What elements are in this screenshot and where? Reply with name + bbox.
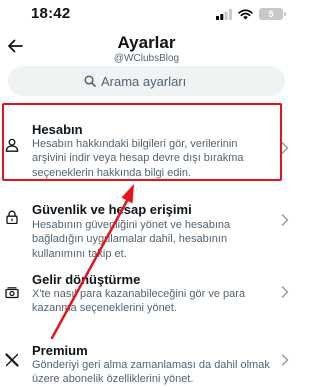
wifi-icon (238, 8, 253, 19)
status-bar: 18:42 5 (0, 0, 293, 30)
account-handle: @WClubsBlog (113, 53, 180, 64)
chevron-right-icon (281, 142, 289, 154)
person-icon (5, 138, 19, 152)
settings-item-description: Gönderiyi geri alma zamanlaması da dahil… (32, 359, 270, 386)
x-logo-icon (5, 353, 19, 367)
settings-item-description: X'te nasıl para kazanabileceğini gör ve … (32, 288, 246, 315)
battery-level: 5 (268, 9, 274, 19)
search-input[interactable] (101, 73, 209, 89)
status-icons: 5 (216, 8, 286, 20)
chevron-right-icon (281, 214, 289, 226)
settings-item-title: Gelir dönüştürme (32, 272, 141, 287)
settings-item-security[interactable]: Güvenlik ve hesap erişimi Hesabının güve… (0, 184, 293, 260)
money-icon (5, 287, 19, 299)
battery-icon: 5 (259, 8, 286, 20)
settings-item-description: Hesabının güvenliğini yönet ve hesabına … (32, 219, 231, 260)
lock-icon (6, 210, 18, 224)
page-title: Ayarlar (117, 33, 176, 52)
signal-icon (216, 8, 232, 20)
settings-item-title: Premium (32, 343, 88, 358)
settings-item-premium[interactable]: Premium Gönderiyi geri alma zamanlaması … (0, 332, 293, 385)
settings-item-account[interactable]: Hesabın Hesabın hakkındaki bilgileri gör… (0, 104, 293, 180)
status-time: 18:42 (31, 5, 71, 22)
settings-item-title: Güvenlik ve hesap erişimi (32, 202, 192, 217)
chevron-right-icon (281, 286, 289, 298)
chevron-right-icon (281, 354, 289, 366)
settings-item-description: Hesabın hakkındaki bilgileri gör, verile… (32, 138, 244, 179)
settings-item-monetization[interactable]: Gelir dönüştürme X'te nasıl para kazanab… (0, 260, 293, 326)
search-icon (84, 75, 96, 87)
search-bar[interactable] (8, 66, 285, 96)
settings-item-title: Hesabın (32, 122, 83, 137)
